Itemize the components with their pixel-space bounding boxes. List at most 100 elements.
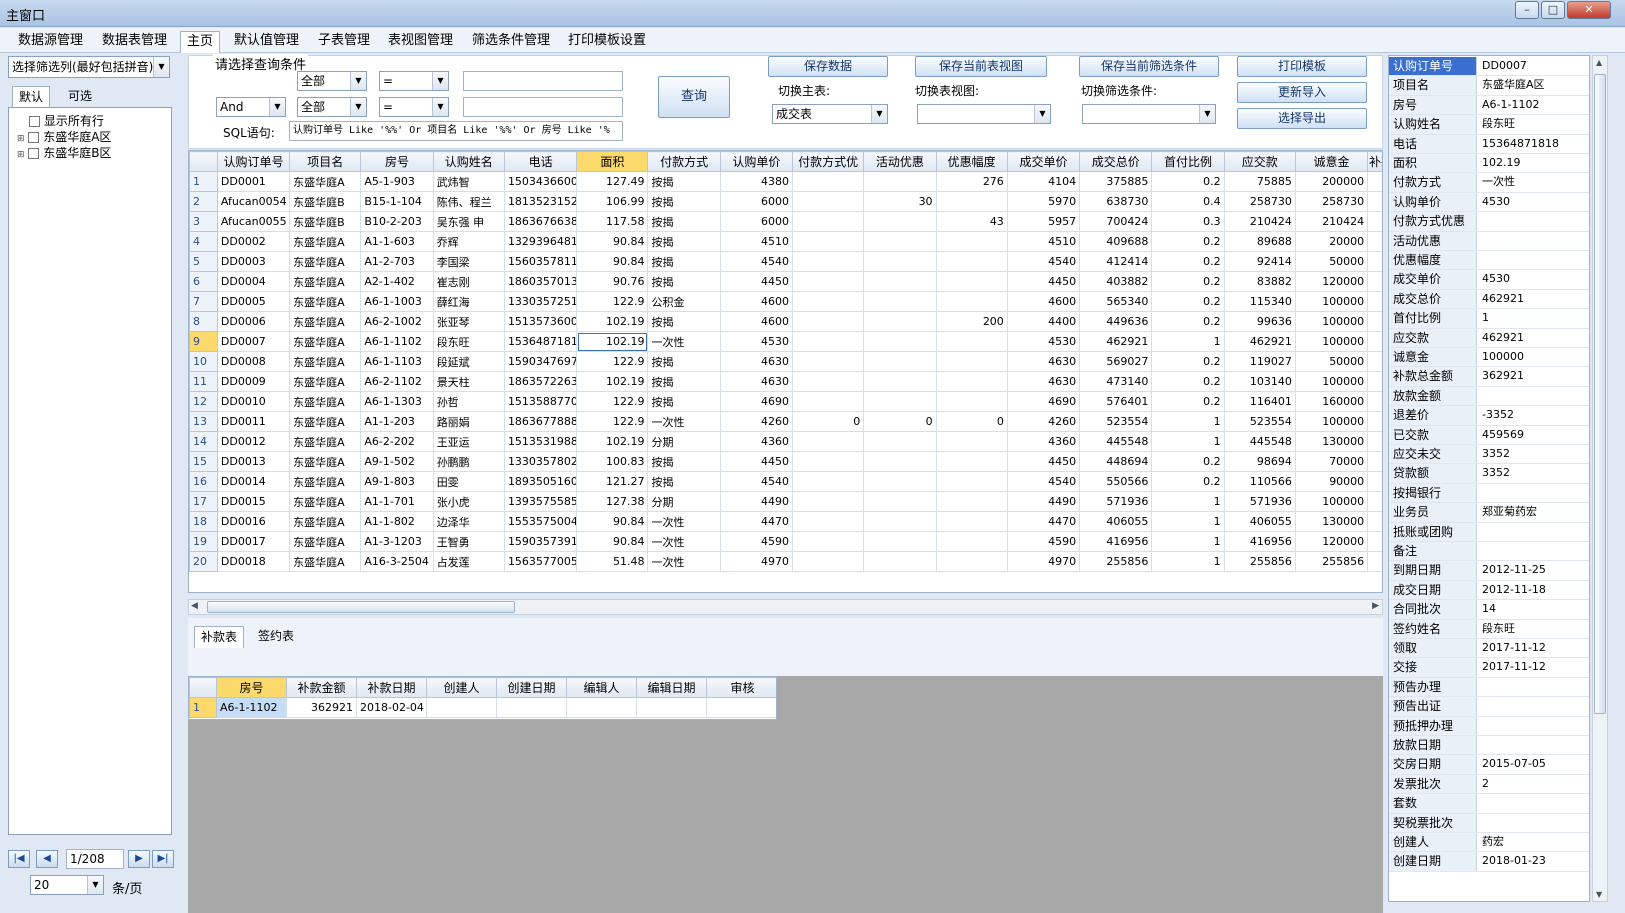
maximize-button[interactable]: □ xyxy=(1541,1,1565,19)
table-cell[interactable]: 王智勇 xyxy=(432,531,505,552)
table-cell[interactable]: 51.48 xyxy=(576,551,649,572)
table-cell[interactable]: 4540 xyxy=(719,471,794,492)
table-cell[interactable]: 4510 xyxy=(719,231,794,252)
table-cell[interactable]: 4530 xyxy=(719,331,794,352)
table-cell[interactable]: 4530 xyxy=(1006,331,1081,352)
table-cell[interactable]: 210424 xyxy=(1223,211,1296,232)
table-cell[interactable]: A5-1-903 xyxy=(360,171,434,192)
table-cell[interactable]: 0 xyxy=(792,411,865,432)
detail-value[interactable]: 362921 xyxy=(1479,367,1587,385)
table-cell[interactable] xyxy=(792,451,865,472)
table-cell[interactable]: 462921 xyxy=(1079,331,1153,352)
table-cell[interactable] xyxy=(792,291,865,312)
row-number[interactable]: 4 xyxy=(189,231,218,252)
table-cell[interactable]: 6000 xyxy=(719,191,794,212)
detail-row[interactable]: 面积 102.19 xyxy=(1389,154,1589,174)
tab-supplement[interactable]: 补款表 xyxy=(194,626,245,648)
table-cell[interactable]: 412414 xyxy=(1079,251,1153,272)
table-cell[interactable]: 416956 xyxy=(1079,531,1153,552)
column-header[interactable]: 应交款 xyxy=(1223,151,1296,172)
table-cell[interactable]: 120000 xyxy=(1294,531,1369,552)
column-header[interactable]: 编辑人 xyxy=(566,677,637,698)
table-cell[interactable]: 102.19 xyxy=(576,331,649,352)
table-cell[interactable]: 景天柱 xyxy=(432,371,505,392)
table-cell[interactable]: 90.84 xyxy=(576,531,649,552)
table-cell[interactable]: 83882 xyxy=(1223,271,1296,292)
table-cell[interactable]: 122.9 xyxy=(576,411,649,432)
table-cell[interactable]: DD0018 xyxy=(216,551,291,572)
table-cell[interactable]: 445548 xyxy=(1223,431,1296,452)
chevron-down-icon[interactable]: ▼ xyxy=(350,98,366,116)
table-row[interactable]: 19 DD0017 东盛华庭A A1-3-1203 王智勇 1590357391 90.84… xyxy=(189,531,1382,552)
table-cell[interactable]: 576401 xyxy=(1079,391,1153,412)
detail-row[interactable]: 签约姓名 段东旺 xyxy=(1389,619,1589,639)
table-cell[interactable]: 116401 xyxy=(1223,391,1296,412)
table-cell[interactable]: 4540 xyxy=(1006,251,1081,272)
row-number[interactable]: 1 xyxy=(189,697,217,718)
table-cell[interactable]: 一次性 xyxy=(647,511,721,532)
table-cell[interactable]: 0.2 xyxy=(1151,311,1225,332)
table-cell[interactable]: 130000 xyxy=(1294,431,1369,452)
column-header[interactable]: 面积 xyxy=(576,151,649,172)
table-cell[interactable]: 4970 xyxy=(719,551,794,572)
table-cell[interactable]: 1 xyxy=(1151,491,1225,512)
table-cell[interactable]: 200000 xyxy=(1294,171,1369,192)
switch-view-select[interactable]: ▼ xyxy=(917,104,1051,124)
detail-value[interactable]: 2015-07-05 xyxy=(1479,755,1587,773)
table-cell[interactable]: 分期 xyxy=(647,431,721,452)
table-cell[interactable]: 90.84 xyxy=(576,251,649,272)
table-cell[interactable]: 边泽华 xyxy=(432,511,505,532)
table-cell[interactable]: 700424 xyxy=(1079,211,1153,232)
table-cell[interactable]: 565340 xyxy=(1079,291,1153,312)
table-cell[interactable]: A1-1-802 xyxy=(360,511,434,532)
table-cell[interactable] xyxy=(935,551,1008,572)
table-cell[interactable]: 83 xyxy=(1367,471,1382,492)
table-cell[interactable]: 按揭 xyxy=(647,171,721,192)
table-cell[interactable]: 4540 xyxy=(719,251,794,272)
table-cell[interactable]: 90.76 xyxy=(576,271,649,292)
table-cell[interactable] xyxy=(863,291,937,312)
table-cell[interactable]: 127.49 xyxy=(576,171,649,192)
table-cell[interactable]: DD0003 xyxy=(216,251,291,272)
table-cell[interactable]: 296 xyxy=(1367,531,1382,552)
table-cell[interactable]: 127.38 xyxy=(576,491,649,512)
table-cell[interactable]: 103140 xyxy=(1223,371,1296,392)
row-number[interactable]: 8 xyxy=(189,311,218,332)
detail-row[interactable]: 放款日期 xyxy=(1389,736,1589,756)
detail-row[interactable]: 已交款 459569 xyxy=(1389,425,1589,445)
detail-value[interactable]: 东盛华庭A区 xyxy=(1479,76,1587,94)
table-cell[interactable] xyxy=(792,211,865,232)
detail-value[interactable]: 459569 xyxy=(1479,426,1587,444)
table-cell[interactable]: 东盛华庭A xyxy=(289,371,362,392)
table-cell[interactable]: 362921 xyxy=(286,697,357,718)
detail-value[interactable]: 2 xyxy=(1479,775,1587,793)
table-row[interactable]: 1 DD0001 东盛华庭A A5-1-903 武炜智 1503436600 127.49 按… xyxy=(189,171,1382,192)
table-cell[interactable]: A6-2-202 xyxy=(360,431,434,452)
table-cell[interactable] xyxy=(496,697,567,718)
save-data-button[interactable]: 保存数据 xyxy=(768,56,888,77)
menu-filters[interactable]: 筛选条件管理 xyxy=(466,31,556,53)
table-cell[interactable]: 东盛华庭A xyxy=(289,351,362,372)
table-cell[interactable]: 东盛华庭A xyxy=(289,271,362,292)
table-cell[interactable] xyxy=(426,697,497,718)
table-cell[interactable] xyxy=(792,471,865,492)
table-cell[interactable]: 东盛华庭A xyxy=(289,511,362,532)
table-cell[interactable]: 4600 xyxy=(719,291,794,312)
detail-value[interactable] xyxy=(1479,678,1587,696)
column-header[interactable]: 补款日期 xyxy=(356,677,427,698)
table-cell[interactable] xyxy=(863,351,937,372)
table-cell[interactable]: 122.9 xyxy=(576,391,649,412)
table-cell[interactable]: 255856 xyxy=(1079,551,1153,572)
table-cell[interactable]: 100000 xyxy=(1294,311,1369,332)
table-cell[interactable] xyxy=(935,371,1008,392)
row-number[interactable]: 16 xyxy=(189,471,218,492)
detail-value[interactable]: 102.19 xyxy=(1479,154,1587,172)
detail-value[interactable]: 3352 xyxy=(1479,464,1587,482)
table-cell[interactable]: 乔辉 xyxy=(432,231,505,252)
menu-print-templates[interactable]: 打印模板设置 xyxy=(562,31,652,53)
table-cell[interactable] xyxy=(863,331,937,352)
table-cell[interactable]: 1503436600 xyxy=(503,171,578,192)
table-cell[interactable]: 东盛华庭A xyxy=(289,171,362,192)
detail-value[interactable] xyxy=(1479,212,1587,230)
table-cell[interactable]: 一次性 xyxy=(647,331,721,352)
